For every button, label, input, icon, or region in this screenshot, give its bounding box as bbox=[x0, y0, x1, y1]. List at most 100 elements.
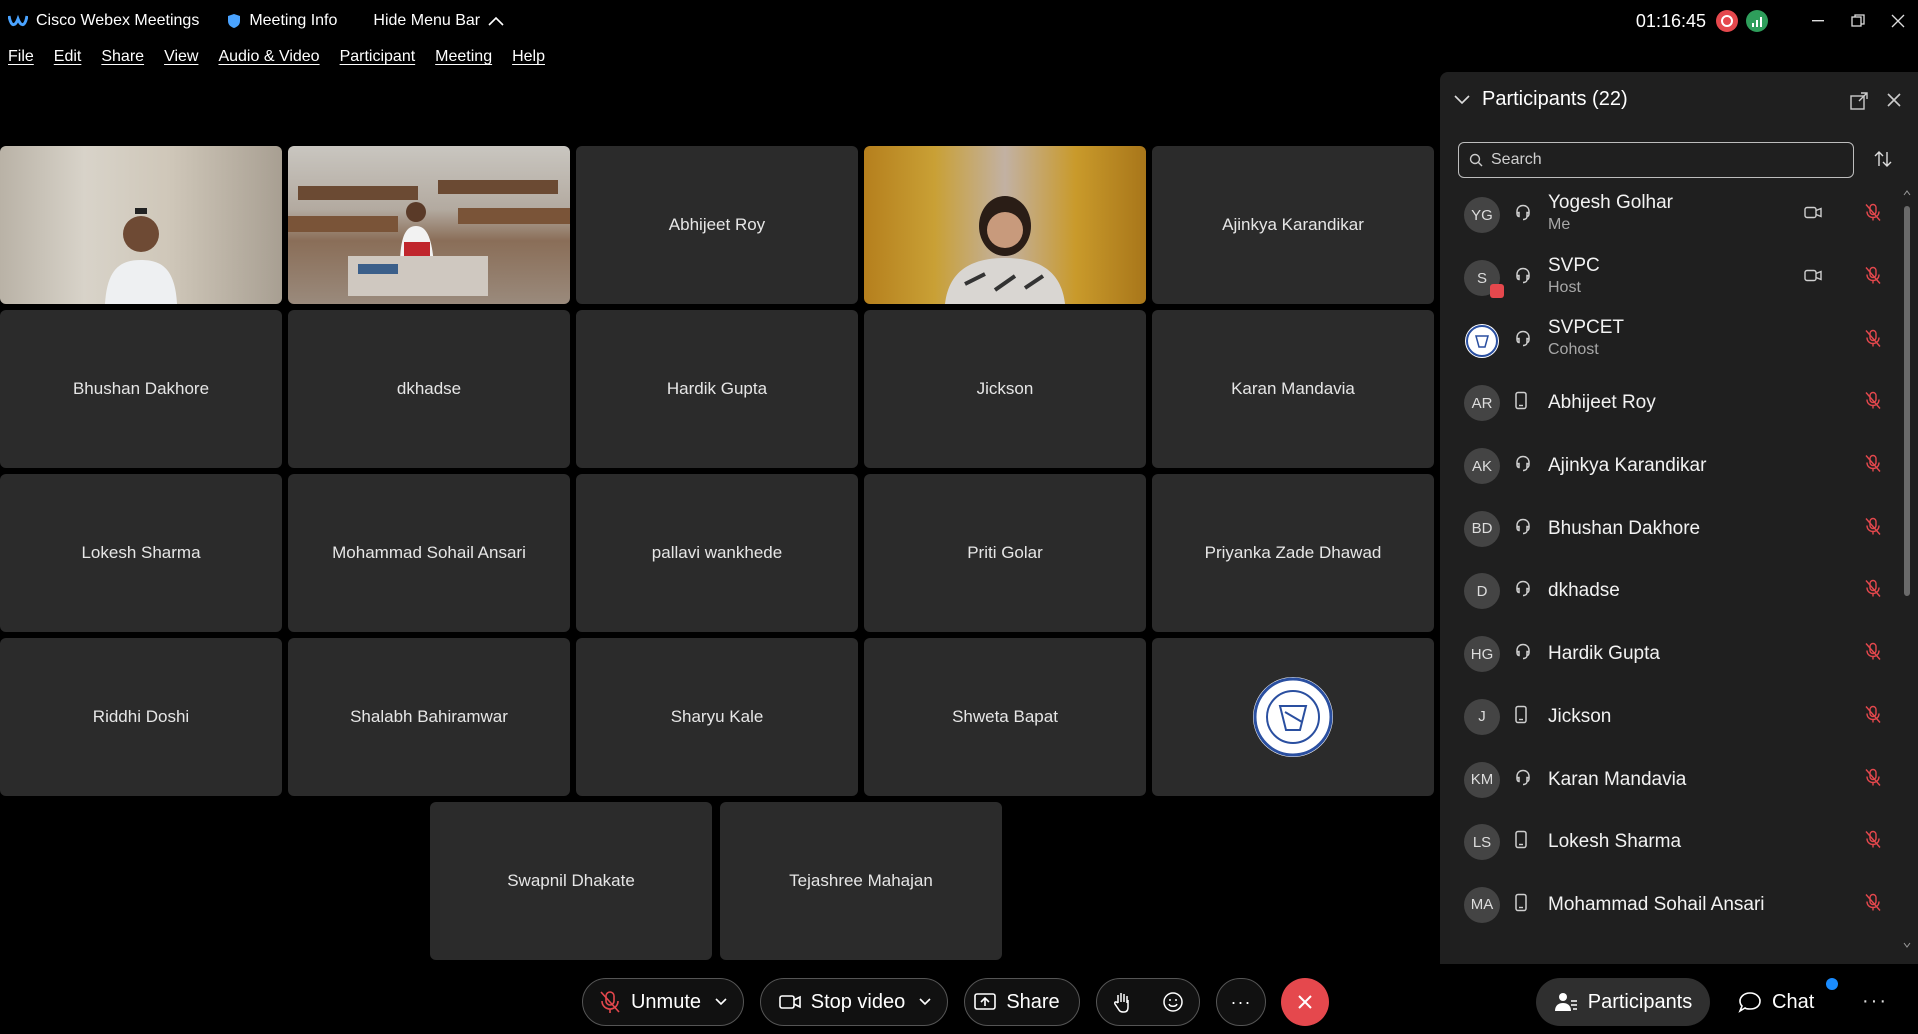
participant-tile[interactable]: Shalabh Bahiramwar bbox=[288, 638, 570, 796]
phone-audio-icon bbox=[1514, 830, 1528, 854]
emoji-icon[interactable] bbox=[1162, 991, 1184, 1013]
menu-participant[interactable]: Participant bbox=[340, 48, 416, 66]
menu-help[interactable]: Help bbox=[512, 48, 545, 66]
avatar: YG bbox=[1464, 197, 1500, 234]
sort-icon[interactable] bbox=[1874, 150, 1892, 168]
webex-logo-icon bbox=[8, 14, 28, 27]
chevron-down-icon[interactable] bbox=[919, 998, 931, 1006]
muted-mic-icon[interactable] bbox=[1864, 328, 1882, 353]
video-tile[interactable] bbox=[0, 146, 282, 304]
muted-mic-icon[interactable] bbox=[1864, 579, 1882, 604]
leave-meeting-button[interactable] bbox=[1281, 978, 1329, 1026]
participant-tile[interactable]: Abhijeet Roy bbox=[576, 146, 858, 304]
participant-tile[interactable]: Priti Golar bbox=[864, 474, 1146, 632]
participant-row[interactable]: S SVPC Host bbox=[1440, 247, 1900, 310]
menu-view[interactable]: View bbox=[164, 48, 198, 66]
participant-tile[interactable]: Ajinkya Karandikar bbox=[1152, 146, 1434, 304]
recording-icon[interactable] bbox=[1716, 10, 1738, 32]
participant-row[interactable]: J Jickson bbox=[1440, 686, 1900, 749]
more-panels-icon[interactable]: ··· bbox=[1862, 990, 1888, 1013]
close-icon[interactable] bbox=[1886, 92, 1902, 108]
participant-role: Me bbox=[1548, 216, 1571, 233]
participant-tile[interactable]: Shweta Bapat bbox=[864, 638, 1146, 796]
video-camera-icon[interactable] bbox=[1804, 269, 1822, 288]
participant-row[interactable]: AK Ajinkya Karandikar bbox=[1440, 435, 1900, 498]
participant-row[interactable]: KM Karan Mandavia bbox=[1440, 748, 1900, 811]
muted-mic-icon[interactable] bbox=[1864, 830, 1882, 855]
muted-mic-icon[interactable] bbox=[1864, 642, 1882, 667]
chevron-down-icon[interactable] bbox=[715, 998, 727, 1006]
raise-hand-icon[interactable] bbox=[1112, 991, 1132, 1013]
muted-mic-icon[interactable] bbox=[1864, 266, 1882, 291]
participant-tile[interactable]: Sharyu Kale bbox=[576, 638, 858, 796]
muted-mic-icon[interactable] bbox=[1864, 704, 1882, 729]
hide-menu-bar-button[interactable]: Hide Menu Bar bbox=[373, 12, 504, 30]
close-window-icon[interactable] bbox=[1878, 0, 1918, 42]
participant-tile[interactable]: Priyanka Zade Dhawad bbox=[1152, 474, 1434, 632]
participant-tile-name: Priti Golar bbox=[967, 543, 1043, 562]
network-health-icon[interactable] bbox=[1746, 10, 1768, 32]
muted-mic-icon[interactable] bbox=[1864, 391, 1882, 416]
muted-mic-icon[interactable] bbox=[1864, 767, 1882, 792]
menu-audio-video[interactable]: Audio & Video bbox=[218, 48, 319, 66]
participant-row[interactable]: MA Mohammad Sohail Ansari bbox=[1440, 874, 1900, 937]
restore-icon[interactable] bbox=[1838, 0, 1878, 42]
participants-label: Participants bbox=[1587, 990, 1693, 1013]
muted-mic-icon[interactable] bbox=[1864, 892, 1882, 917]
participant-tile[interactable]: Hardik Gupta bbox=[576, 310, 858, 468]
participant-row[interactable]: HG Hardik Gupta bbox=[1440, 623, 1900, 686]
menu-meeting[interactable]: Meeting bbox=[435, 48, 492, 66]
video-camera-icon[interactable] bbox=[1804, 206, 1822, 225]
scroll-down-icon[interactable] bbox=[1903, 942, 1911, 948]
participant-tile[interactable]: Jickson bbox=[864, 310, 1146, 468]
share-button[interactable]: Share bbox=[964, 978, 1080, 1026]
participant-row[interactable]: YG Yogesh Golhar Me bbox=[1440, 184, 1900, 247]
participant-row[interactable]: BD Bhushan Dakhore bbox=[1440, 497, 1900, 560]
menu-edit[interactable]: Edit bbox=[54, 48, 82, 66]
meeting-info-button[interactable]: Meeting Info bbox=[227, 12, 337, 30]
participants-panel-header[interactable]: Participants (22) bbox=[1454, 88, 1628, 111]
participant-tile[interactable]: Bhushan Dakhore bbox=[0, 310, 282, 468]
chat-button[interactable]: Chat bbox=[1738, 978, 1814, 1026]
participant-row[interactable]: Ddkhadse bbox=[1440, 560, 1900, 623]
video-tile[interactable] bbox=[864, 146, 1146, 304]
unmute-button[interactable]: Unmute bbox=[582, 978, 744, 1026]
chevron-down-icon[interactable] bbox=[1454, 94, 1470, 105]
participant-tile-name: Hardik Gupta bbox=[666, 379, 768, 398]
participants-scrollbar[interactable] bbox=[1902, 190, 1912, 948]
search-input[interactable]: Search bbox=[1458, 142, 1854, 178]
participant-tile[interactable]: dkhadse bbox=[288, 310, 570, 468]
scroll-up-icon[interactable] bbox=[1903, 190, 1911, 196]
minimize-icon[interactable] bbox=[1798, 0, 1838, 42]
participant-tile[interactable]: Tejashree Mahajan bbox=[720, 802, 1002, 960]
more-options-button[interactable]: ··· bbox=[1216, 978, 1266, 1026]
participant-row[interactable]: SVPCET Cohost bbox=[1440, 309, 1900, 372]
participant-tile[interactable]: Lokesh Sharma bbox=[0, 474, 282, 632]
menu-file[interactable]: File bbox=[8, 48, 34, 66]
muted-mic-icon[interactable] bbox=[1864, 516, 1882, 541]
meeting-toolbar: Unmute Stop video Share ··· Participants… bbox=[0, 966, 1918, 1034]
participants-button[interactable]: Participants bbox=[1536, 978, 1710, 1026]
participant-tile-name: Riddhi Doshi bbox=[92, 707, 190, 726]
pop-out-icon[interactable] bbox=[1850, 92, 1868, 110]
muted-mic-icon[interactable] bbox=[1864, 454, 1882, 479]
muted-mic-icon[interactable] bbox=[1864, 203, 1882, 228]
participant-tile[interactable]: Swapnil Dhakate bbox=[430, 802, 712, 960]
stop-video-button[interactable]: Stop video bbox=[760, 978, 948, 1026]
participant-tile[interactable]: Riddhi Doshi bbox=[0, 638, 282, 796]
participant-row[interactable]: LS Lokesh Sharma bbox=[1440, 811, 1900, 874]
participant-row[interactable]: AR Abhijeet Roy bbox=[1440, 372, 1900, 435]
participant-tile-name: Abhijeet Roy bbox=[668, 215, 766, 234]
participant-tile[interactable]: pallavi wankhede bbox=[576, 474, 858, 632]
participant-tile[interactable] bbox=[1152, 638, 1434, 796]
video-tile[interactable] bbox=[288, 146, 570, 304]
menu-share[interactable]: Share bbox=[101, 48, 144, 66]
reactions-button[interactable] bbox=[1096, 978, 1200, 1026]
participant-tile-name: Swapnil Dhakate bbox=[507, 871, 635, 890]
participant-tile[interactable]: Mohammad Sohail Ansari bbox=[288, 474, 570, 632]
scrollbar-thumb[interactable] bbox=[1904, 206, 1910, 596]
stop-video-label: Stop video bbox=[810, 990, 906, 1013]
participant-tile-name: Mohammad Sohail Ansari bbox=[332, 543, 526, 562]
participant-name: Mohammad Sohail Ansari bbox=[1548, 893, 1765, 915]
participant-tile[interactable]: Karan Mandavia bbox=[1152, 310, 1434, 468]
